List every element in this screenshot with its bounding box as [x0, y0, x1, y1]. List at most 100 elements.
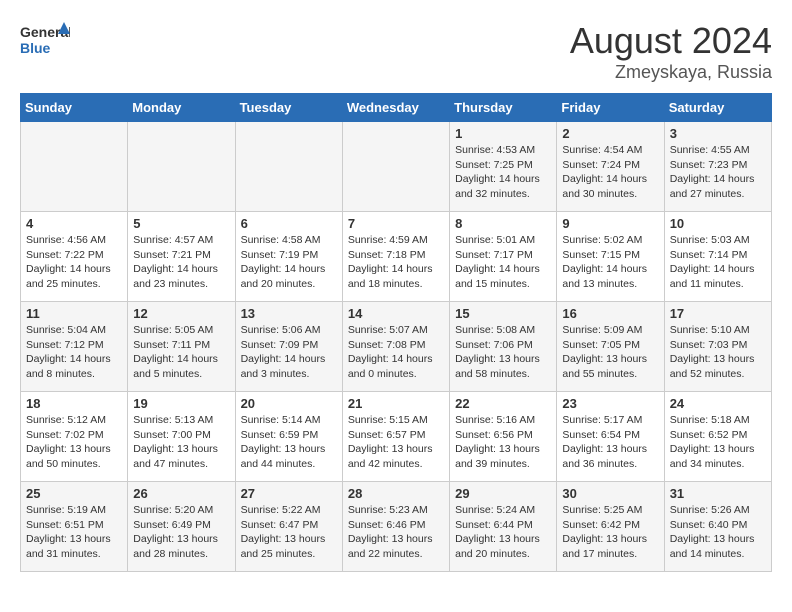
day-number-27: 27 [241, 486, 337, 501]
day-number-10: 10 [670, 216, 766, 231]
day-cell-29: 29 Sunrise: 5:24 AM Sunset: 6:44 PM Dayli… [450, 482, 557, 572]
day-detail-15: Sunrise: 5:08 AM Sunset: 7:06 PM Dayligh… [455, 323, 551, 382]
day-detail-8: Sunrise: 5:01 AM Sunset: 7:17 PM Dayligh… [455, 233, 551, 292]
day-cell-14: 14 Sunrise: 5:07 AM Sunset: 7:08 PM Dayli… [342, 302, 449, 392]
day-cell-28: 28Sunrise: 5:23 AM Sunset: 6:46 PM Dayli… [342, 482, 449, 572]
day-number-6: 6 [241, 216, 337, 231]
week-row-4: 18Sunrise: 5:12 AM Sunset: 7:02 PM Dayli… [21, 392, 772, 482]
day-cell-23: 23 Sunrise: 5:17 AM Sunset: 6:54 PM Dayli… [557, 392, 664, 482]
weekday-header-tuesday: Tuesday [235, 94, 342, 122]
day-number-25: 25 [26, 486, 122, 501]
location-title: Zmeyskaya, Russia [570, 62, 772, 83]
day-cell-8: 8 Sunrise: 5:01 AM Sunset: 7:17 PM Daylig… [450, 212, 557, 302]
day-detail-9: Sunrise: 5:02 AM Sunset: 7:15 PM Dayligh… [562, 233, 658, 292]
day-detail-21: Sunrise: 5:15 AM Sunset: 6:57 PM Dayligh… [348, 413, 444, 472]
day-number-4: 4 [26, 216, 122, 231]
day-number-5: 5 [133, 216, 229, 231]
day-number-11: 11 [26, 306, 122, 321]
day-detail-20: Sunrise: 5:14 AM Sunset: 6:59 PM Dayligh… [241, 413, 337, 472]
day-cell-1: 1Sunrise: 4:53 AM Sunset: 7:25 PM Daylig… [450, 122, 557, 212]
day-cell-26: 26 Sunrise: 5:20 AM Sunset: 6:49 PM Dayli… [128, 482, 235, 572]
day-cell-5: 5 Sunrise: 4:57 AM Sunset: 7:21 PM Daylig… [128, 212, 235, 302]
day-detail-25: Sunrise: 5:19 AM Sunset: 6:51 PM Dayligh… [26, 503, 122, 562]
weekday-header-thursday: Thursday [450, 94, 557, 122]
day-cell-13: 13 Sunrise: 5:06 AM Sunset: 7:09 PM Dayli… [235, 302, 342, 392]
day-number-24: 24 [670, 396, 766, 411]
day-number-23: 23 [562, 396, 658, 411]
day-number-15: 15 [455, 306, 551, 321]
day-cell-3: 3Sunrise: 4:55 AM Sunset: 7:23 PM Daylig… [664, 122, 771, 212]
day-cell-20: 20 Sunrise: 5:14 AM Sunset: 6:59 PM Dayli… [235, 392, 342, 482]
day-detail-12: Sunrise: 5:05 AM Sunset: 7:11 PM Dayligh… [133, 323, 229, 382]
week-row-3: 11 Sunrise: 5:04 AM Sunset: 7:12 PM Dayli… [21, 302, 772, 392]
day-cell-27: 27 Sunrise: 5:22 AM Sunset: 6:47 PM Dayli… [235, 482, 342, 572]
header: General Blue August 2024 Zmeyskaya, Russ… [20, 20, 772, 83]
title-area: August 2024 Zmeyskaya, Russia [570, 20, 772, 83]
day-number-7: 7 [348, 216, 444, 231]
day-cell-empty [21, 122, 128, 212]
day-detail-28: Sunrise: 5:23 AM Sunset: 6:46 PM Dayligh… [348, 503, 444, 562]
weekday-header-wednesday: Wednesday [342, 94, 449, 122]
week-row-5: 25 Sunrise: 5:19 AM Sunset: 6:51 PM Dayli… [21, 482, 772, 572]
day-number-20: 20 [241, 396, 337, 411]
day-cell-4: 4 Sunrise: 4:56 AM Sunset: 7:22 PM Daylig… [21, 212, 128, 302]
week-row-1: 1Sunrise: 4:53 AM Sunset: 7:25 PM Daylig… [21, 122, 772, 212]
month-title: August 2024 [570, 20, 772, 62]
logo-svg: General Blue [20, 20, 70, 60]
day-detail-5: Sunrise: 4:57 AM Sunset: 7:21 PM Dayligh… [133, 233, 229, 292]
day-cell-7: 7 Sunrise: 4:59 AM Sunset: 7:18 PM Daylig… [342, 212, 449, 302]
day-number-18: 18 [26, 396, 122, 411]
weekday-header-sunday: Sunday [21, 94, 128, 122]
day-cell-24: 24 Sunrise: 5:18 AM Sunset: 6:52 PM Dayli… [664, 392, 771, 482]
day-cell-2: 2Sunrise: 4:54 AM Sunset: 7:24 PM Daylig… [557, 122, 664, 212]
logo: General Blue [20, 20, 70, 60]
day-detail-1: Sunrise: 4:53 AM Sunset: 7:25 PM Dayligh… [455, 143, 551, 202]
weekday-header-friday: Friday [557, 94, 664, 122]
day-cell-11: 11 Sunrise: 5:04 AM Sunset: 7:12 PM Dayli… [21, 302, 128, 392]
day-number-29: 29 [455, 486, 551, 501]
day-detail-7: Sunrise: 4:59 AM Sunset: 7:18 PM Dayligh… [348, 233, 444, 292]
day-detail-16: Sunrise: 5:09 AM Sunset: 7:05 PM Dayligh… [562, 323, 658, 382]
day-detail-17: Sunrise: 5:10 AM Sunset: 7:03 PM Dayligh… [670, 323, 766, 382]
day-number-16: 16 [562, 306, 658, 321]
day-detail-24: Sunrise: 5:18 AM Sunset: 6:52 PM Dayligh… [670, 413, 766, 472]
day-detail-23: Sunrise: 5:17 AM Sunset: 6:54 PM Dayligh… [562, 413, 658, 472]
day-cell-19: 19 Sunrise: 5:13 AM Sunset: 7:00 PM Dayli… [128, 392, 235, 482]
day-cell-empty [342, 122, 449, 212]
day-detail-19: Sunrise: 5:13 AM Sunset: 7:00 PM Dayligh… [133, 413, 229, 472]
day-detail-10: Sunrise: 5:03 AM Sunset: 7:14 PM Dayligh… [670, 233, 766, 292]
day-cell-empty [235, 122, 342, 212]
svg-text:Blue: Blue [20, 40, 51, 56]
day-number-12: 12 [133, 306, 229, 321]
day-number-19: 19 [133, 396, 229, 411]
day-number-9: 9 [562, 216, 658, 231]
day-number-30: 30 [562, 486, 658, 501]
day-number-26: 26 [133, 486, 229, 501]
day-cell-25: 25 Sunrise: 5:19 AM Sunset: 6:51 PM Dayli… [21, 482, 128, 572]
calendar-table: SundayMondayTuesdayWednesdayThursdayFrid… [20, 93, 772, 572]
day-cell-15: 15 Sunrise: 5:08 AM Sunset: 7:06 PM Dayli… [450, 302, 557, 392]
day-number-2: 2 [562, 126, 658, 141]
day-number-13: 13 [241, 306, 337, 321]
day-number-8: 8 [455, 216, 551, 231]
day-detail-14: Sunrise: 5:07 AM Sunset: 7:08 PM Dayligh… [348, 323, 444, 382]
weekday-header-row: SundayMondayTuesdayWednesdayThursdayFrid… [21, 94, 772, 122]
day-detail-13: Sunrise: 5:06 AM Sunset: 7:09 PM Dayligh… [241, 323, 337, 382]
day-detail-11: Sunrise: 5:04 AM Sunset: 7:12 PM Dayligh… [26, 323, 122, 382]
day-number-14: 14 [348, 306, 444, 321]
day-detail-22: Sunrise: 5:16 AM Sunset: 6:56 PM Dayligh… [455, 413, 551, 472]
week-row-2: 4 Sunrise: 4:56 AM Sunset: 7:22 PM Daylig… [21, 212, 772, 302]
day-cell-10: 10 Sunrise: 5:03 AM Sunset: 7:14 PM Dayli… [664, 212, 771, 302]
weekday-header-saturday: Saturday [664, 94, 771, 122]
day-cell-6: 6Sunrise: 4:58 AM Sunset: 7:19 PM Daylig… [235, 212, 342, 302]
day-number-17: 17 [670, 306, 766, 321]
day-cell-empty [128, 122, 235, 212]
day-detail-29: Sunrise: 5:24 AM Sunset: 6:44 PM Dayligh… [455, 503, 551, 562]
day-detail-27: Sunrise: 5:22 AM Sunset: 6:47 PM Dayligh… [241, 503, 337, 562]
day-number-21: 21 [348, 396, 444, 411]
day-detail-31: Sunrise: 5:26 AM Sunset: 6:40 PM Dayligh… [670, 503, 766, 562]
day-detail-4: Sunrise: 4:56 AM Sunset: 7:22 PM Dayligh… [26, 233, 122, 292]
day-detail-26: Sunrise: 5:20 AM Sunset: 6:49 PM Dayligh… [133, 503, 229, 562]
day-number-31: 31 [670, 486, 766, 501]
day-cell-22: 22Sunrise: 5:16 AM Sunset: 6:56 PM Dayli… [450, 392, 557, 482]
